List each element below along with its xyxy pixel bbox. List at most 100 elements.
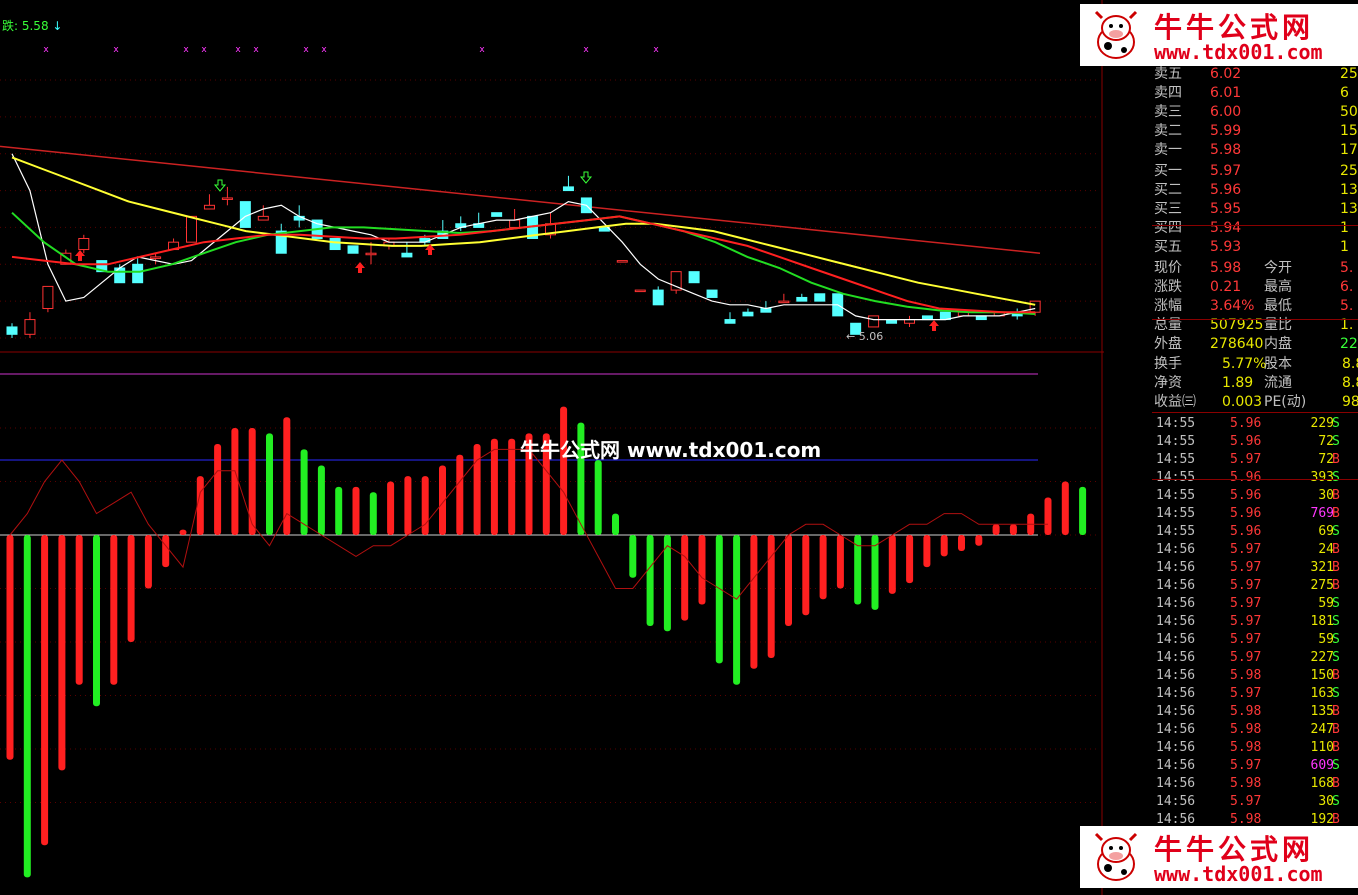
macd-bar — [162, 535, 170, 568]
tick-volume: 247 — [1310, 722, 1334, 737]
stat-value: 0.003 — [1222, 394, 1263, 410]
macd-bar — [214, 444, 222, 535]
order-book-row[interactable]: 卖二 5.99 15 — [1152, 122, 1358, 141]
tick-time: 14:55 — [1156, 506, 1196, 521]
tick-row: 14:55 5.97 72 B — [1152, 451, 1358, 469]
stat-value: 989 — [1342, 394, 1358, 410]
tick-row: 14:56 5.97 227 S — [1152, 649, 1358, 667]
candle-body — [6, 326, 18, 335]
tick-side: S — [1332, 524, 1340, 539]
order-level-label: 买二 — [1154, 182, 1182, 198]
order-price: 5.97 — [1210, 163, 1242, 179]
order-price: 5.99 — [1210, 123, 1242, 139]
min-price-label: ← 5.06 — [846, 330, 884, 343]
tick-row: 14:56 5.98 150 B — [1152, 667, 1358, 685]
tick-time: 14:56 — [1156, 560, 1196, 575]
order-level-label: 卖二 — [1154, 123, 1182, 139]
sell-arrow-icon — [213, 179, 227, 192]
macd-bar — [681, 535, 689, 621]
macd-bar — [41, 535, 49, 846]
tick-time: 14:56 — [1156, 722, 1196, 737]
candle-body — [365, 252, 377, 256]
order-book-row[interactable]: 买五 5.93 1 — [1152, 238, 1358, 257]
tick-side: B — [1332, 740, 1340, 755]
candle-body — [42, 285, 54, 310]
tick-row: 14:56 5.97 275 B — [1152, 577, 1358, 595]
tick-side: B — [1332, 722, 1340, 737]
tick-row: 14:56 5.97 181 S — [1152, 613, 1358, 631]
indicator-label: 跌: 5.58 ↓ — [2, 17, 62, 34]
macd-bar — [888, 535, 896, 594]
order-book-row[interactable]: 卖四 6.01 6 — [1152, 84, 1358, 103]
tick-row: 14:56 5.97 59 S — [1152, 631, 1358, 649]
candle-body — [401, 252, 413, 258]
buy-arrow-icon — [355, 262, 365, 273]
cow-icon — [1094, 10, 1138, 59]
stat-row: 收益㈢ 0.003PE(动) 989 — [1152, 393, 1358, 412]
tick-time: 14:56 — [1156, 668, 1196, 683]
macd-bar — [23, 535, 31, 878]
order-book-row[interactable]: 买三 5.95 13 — [1152, 200, 1358, 219]
candle-body — [78, 237, 90, 251]
tick-volume: 150 — [1310, 668, 1334, 683]
macd-bar — [266, 433, 273, 535]
tick-side: B — [1332, 506, 1340, 521]
tick-price: 5.98 — [1230, 704, 1262, 719]
order-book-row[interactable]: 卖一 5.98 17 — [1152, 141, 1358, 160]
order-volume: 1 — [1340, 239, 1349, 255]
quote-label: 内盘 — [1264, 336, 1292, 352]
macd-bar — [387, 481, 395, 535]
order-level-label: 买一 — [1154, 163, 1182, 179]
candle-body — [24, 319, 36, 335]
candle-body — [616, 260, 628, 263]
tick-price: 5.96 — [1230, 506, 1262, 521]
macd-bar — [1079, 486, 1087, 535]
tick-row: 14:56 5.98 247 B — [1152, 721, 1358, 739]
tick-price: 5.97 — [1230, 650, 1262, 665]
order-book-row[interactable]: 卖三 6.00 50 — [1152, 103, 1358, 122]
macd-bar — [6, 535, 14, 760]
tick-time: 14:55 — [1156, 434, 1196, 449]
quote-row: 涨跌 0.21 最高 6. — [1152, 278, 1358, 297]
candle-body — [203, 204, 215, 210]
macd-bar — [369, 492, 377, 535]
order-volume: 13 — [1340, 201, 1358, 217]
tick-row: 14:56 5.97 24 B — [1152, 541, 1358, 559]
stat-label: 净资 — [1154, 375, 1182, 391]
quote-panel: 卖五 6.02 25 卖四 6.01 6 卖三 6.00 50 卖二 5.99 15 卖一 5.98 17 买… — [1152, 65, 1358, 895]
quote-value: 6. — [1340, 279, 1354, 295]
tick-row: 14:56 5.98 168 B — [1152, 775, 1358, 793]
candle-body — [257, 215, 269, 221]
candle-body — [347, 245, 359, 254]
ma-yellow-line — [11, 156, 1036, 306]
macd-bar — [715, 535, 723, 664]
macd-bar — [144, 535, 152, 589]
tick-side: B — [1332, 452, 1340, 467]
tick-price: 5.96 — [1230, 524, 1262, 539]
tick-time: 14:56 — [1156, 704, 1196, 719]
macd-bar — [802, 535, 810, 616]
tick-volume: 275 — [1310, 578, 1334, 593]
signal-marker: x — [303, 45, 309, 55]
order-price: 6.01 — [1210, 85, 1242, 101]
macd-bar — [958, 535, 965, 552]
order-level-label: 买五 — [1154, 239, 1182, 255]
order-book-row[interactable]: 买四 5.94 1 — [1152, 219, 1358, 238]
signal-marker: x — [183, 45, 189, 55]
quote-value: 5.98 — [1210, 260, 1242, 276]
tick-side: S — [1332, 614, 1340, 629]
tick-price: 5.97 — [1230, 542, 1262, 557]
order-book-row[interactable]: 买一 5.97 25 — [1152, 162, 1358, 181]
tick-side: S — [1332, 470, 1340, 485]
order-level-label: 卖三 — [1154, 104, 1182, 120]
tick-side: S — [1332, 416, 1340, 431]
tick-row: 14:56 5.97 59 S — [1152, 595, 1358, 613]
order-level-label: 买四 — [1154, 220, 1182, 236]
quote-label: 最低 — [1264, 298, 1292, 314]
order-book-row[interactable]: 买二 5.96 13 — [1152, 181, 1358, 200]
candle-body — [706, 289, 718, 298]
quote-row: 现价 5.98 今开 5. — [1152, 259, 1358, 278]
tick-time: 14:56 — [1156, 794, 1196, 809]
macd-bar — [750, 535, 758, 669]
order-book-row[interactable]: 卖五 6.02 25 — [1152, 65, 1358, 84]
